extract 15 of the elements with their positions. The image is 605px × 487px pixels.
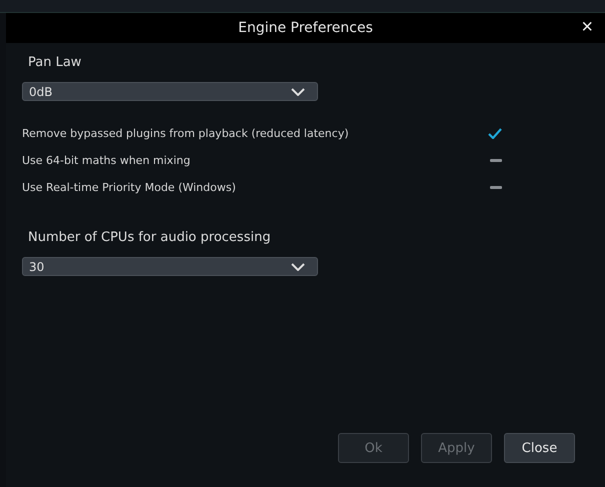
- dash-icon[interactable]: [490, 186, 502, 189]
- dialog-button[interactable]: Close: [504, 433, 575, 463]
- window-title: Engine Preferences: [238, 20, 373, 36]
- checkmark-icon[interactable]: [488, 128, 502, 139]
- close-button[interactable]: ×: [579, 16, 595, 39]
- pan-law-dropdown[interactable]: 0dB: [22, 82, 318, 101]
- chevron-down-icon: [291, 88, 305, 96]
- chevron-down-icon: [291, 262, 305, 270]
- option-label: Remove bypassed plugins from playback (reduced latency): [22, 127, 349, 140]
- option-label: Use 64-bit maths when mixing: [22, 154, 190, 167]
- cpu-count-label: Number of CPUs for audio processing: [28, 230, 271, 245]
- cpu-count-dropdown[interactable]: 30: [22, 257, 318, 276]
- dash-icon[interactable]: [490, 159, 502, 162]
- option-label: Use Real-time Priority Mode (Windows): [22, 181, 236, 194]
- pan-law-label: Pan Law: [28, 55, 82, 70]
